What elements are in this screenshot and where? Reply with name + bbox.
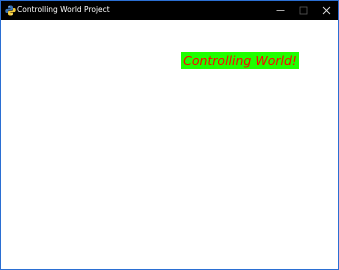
window-title: Controlling World Project <box>17 5 110 14</box>
minimize-icon <box>276 6 285 15</box>
app-window: Controlling World Project Controlling Wo… <box>0 0 339 270</box>
title-bar[interactable]: Controlling World Project <box>1 1 338 20</box>
close-icon <box>322 6 331 15</box>
controlling-world-banner: Controlling World! <box>181 52 299 69</box>
maximize-icon <box>299 6 308 15</box>
banner-text: Controlling World! <box>183 53 297 68</box>
python-icon <box>5 5 16 16</box>
maximize-button[interactable] <box>292 1 315 20</box>
canvas-area[interactable]: Controlling World! <box>1 20 338 269</box>
minimize-button[interactable] <box>269 1 292 20</box>
close-button[interactable] <box>315 1 338 20</box>
